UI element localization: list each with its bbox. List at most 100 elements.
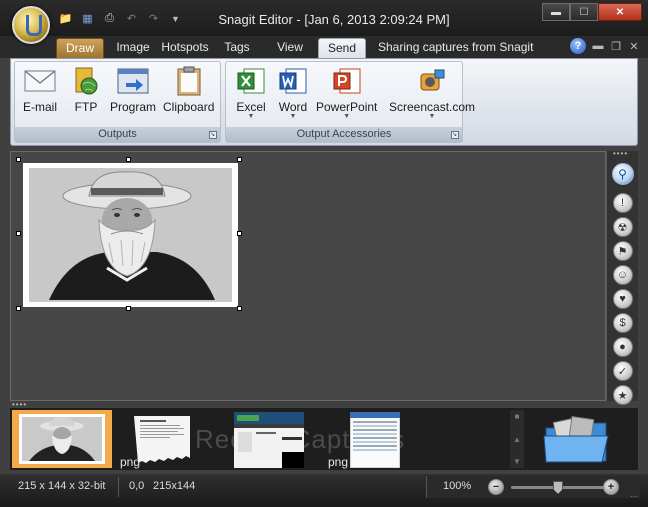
zoom-level: 100% bbox=[443, 480, 472, 492]
screencast-button[interactable]: Screencast.com ▼ bbox=[389, 66, 475, 120]
document-thumbnail bbox=[134, 416, 190, 463]
open-library-button[interactable] bbox=[542, 414, 612, 464]
ftp-globe-icon bbox=[69, 66, 103, 96]
powerpoint-button[interactable]: PowerPoint ▼ bbox=[316, 66, 377, 120]
tray-thumb-screenshot-label: png bbox=[328, 455, 349, 469]
powerpoint-icon bbox=[330, 66, 364, 96]
zoom-slider[interactable] bbox=[511, 481, 605, 494]
tab-hotspots[interactable]: Hotspots bbox=[158, 38, 212, 58]
outputs-dialog-launcher-icon[interactable]: ↘ bbox=[209, 131, 217, 139]
tab-image[interactable]: Image bbox=[112, 38, 154, 58]
resize-handle-s[interactable] bbox=[126, 306, 131, 311]
email-label: E-mail bbox=[23, 100, 58, 114]
tray-scroll-grip-icon[interactable]: ■ bbox=[515, 412, 520, 421]
tray-scroll-up-icon[interactable]: ▲ bbox=[513, 435, 521, 444]
powerpoint-label: PowerPoint bbox=[316, 100, 378, 114]
program-label: Program bbox=[110, 100, 157, 114]
resize-handle-se[interactable] bbox=[237, 306, 242, 311]
ribbon-tabs: Draw Image Hotspots Tags View Send Shari… bbox=[0, 36, 648, 72]
profile-selector[interactable]: Sharing captures from Snagit ▼ bbox=[378, 38, 548, 72]
clipboard-button[interactable]: Clipboard bbox=[163, 66, 214, 114]
ribbon-minimize-icon[interactable]: ▬ bbox=[592, 40, 604, 52]
word-label: Word bbox=[278, 100, 308, 114]
search-icon[interactable]: ⚲ bbox=[611, 163, 634, 185]
resize-handle-sw[interactable] bbox=[16, 306, 21, 311]
zoom-control: 100% − + bbox=[426, 476, 640, 498]
close-button[interactable]: ✕ bbox=[598, 3, 642, 21]
cursor-position: 0,0 bbox=[129, 480, 145, 492]
screencast-dropdown-icon[interactable]: ▼ bbox=[429, 113, 436, 120]
program-window-icon bbox=[116, 66, 150, 96]
output-accessories-group: Excel ▼ Word ▼ PowerPoint ▼ Screencast.c… bbox=[225, 61, 475, 143]
website-thumbnail bbox=[234, 412, 304, 468]
excel-icon bbox=[234, 66, 268, 96]
email-button[interactable]: E-mail bbox=[23, 66, 57, 114]
tray-thumb-website[interactable] bbox=[234, 410, 334, 468]
tab-view[interactable]: View bbox=[272, 38, 308, 58]
tab-tags[interactable]: Tags bbox=[220, 38, 254, 58]
portrait-photo bbox=[29, 168, 232, 302]
excel-dropdown-icon[interactable]: ▼ bbox=[248, 113, 255, 120]
stamps-sidebar: •••• ⚲ ! ☢ ⚑ ☺ ♥ $ ● ✓ ★ bbox=[606, 149, 638, 405]
excel-button[interactable]: Excel ▼ bbox=[234, 66, 268, 120]
word-button[interactable]: Word ▼ bbox=[276, 66, 310, 120]
screencast-icon bbox=[415, 66, 449, 96]
tab-draw[interactable]: Draw bbox=[56, 38, 104, 58]
image-info: 215 x 144 x 32-bit bbox=[18, 480, 106, 492]
resize-handle-n[interactable] bbox=[126, 157, 131, 162]
tab-send[interactable]: Send bbox=[318, 38, 366, 58]
powerpoint-dropdown-icon[interactable]: ▼ bbox=[343, 113, 350, 120]
selection-size: 215x144 bbox=[153, 480, 196, 492]
captured-image[interactable] bbox=[23, 163, 238, 307]
editor-canvas[interactable] bbox=[10, 151, 606, 401]
help-icon[interactable]: ? bbox=[570, 38, 586, 54]
pin-stamp-icon[interactable]: ● bbox=[612, 337, 633, 357]
status-bar: 215 x 144 x 32-bit 0,0 215x144 100% − + … bbox=[0, 474, 648, 507]
word-dropdown-icon[interactable]: ▼ bbox=[290, 113, 297, 120]
star-stamp-icon[interactable]: ★ bbox=[612, 385, 633, 405]
tray-thumb-portrait[interactable] bbox=[12, 410, 112, 468]
minimize-button[interactable]: ▬ bbox=[542, 3, 570, 21]
resize-grip-icon[interactable]: ⋯ bbox=[630, 492, 639, 501]
ftp-button[interactable]: FTP bbox=[69, 66, 103, 114]
dollar-stamp-icon[interactable]: $ bbox=[612, 313, 633, 333]
stamp-list: ! ☢ ⚑ ☺ ♥ $ ● ✓ ★ bbox=[607, 193, 638, 405]
heart-stamp-icon[interactable]: ♥ bbox=[612, 289, 633, 309]
tray-scroll-down-icon[interactable]: ▼ bbox=[513, 457, 521, 466]
flag-stamp-icon[interactable]: ⚑ bbox=[612, 241, 633, 261]
envelope-icon bbox=[23, 66, 57, 96]
radiation-stamp-icon[interactable]: ☢ bbox=[612, 217, 633, 237]
resize-handle-nw[interactable] bbox=[16, 157, 21, 162]
tray-thumb-document-label: png bbox=[120, 455, 141, 469]
word-icon bbox=[276, 66, 310, 96]
exclamation-stamp-icon[interactable]: ! bbox=[612, 193, 633, 213]
resize-handle-ne[interactable] bbox=[237, 157, 242, 162]
snagit-orb-button[interactable] bbox=[12, 6, 50, 44]
ribbon-close-icon[interactable]: ✕ bbox=[628, 40, 640, 53]
clipboard-label: Clipboard bbox=[163, 100, 215, 114]
tray-thumb-document[interactable]: png bbox=[120, 410, 220, 469]
screenshot-thumbnail bbox=[350, 412, 400, 468]
tray-thumb-screenshot[interactable]: png bbox=[328, 410, 428, 469]
smiley-stamp-icon[interactable]: ☺ bbox=[612, 265, 633, 285]
accessories-dialog-launcher-icon[interactable]: ↘ bbox=[451, 131, 459, 139]
ribbon-panel: E-mail FTP Program Clipboard Outputs ↘ E… bbox=[10, 58, 638, 146]
checkmark-stamp-icon[interactable]: ✓ bbox=[612, 361, 633, 381]
snagit-editor-window: 📁 ▦ ⎙ ↶ ↷ ▼ Snagit Editor - [Jan 6, 2013… bbox=[0, 0, 648, 507]
ribbon-restore-icon[interactable]: ❐ bbox=[610, 40, 622, 53]
ribbon-window-controls: ? ▬ ❐ ✕ bbox=[570, 38, 640, 54]
accessories-group-label: Output Accessories bbox=[226, 127, 462, 142]
screencast-label: Screencast.com bbox=[389, 100, 476, 114]
tray-scrollbar[interactable]: ■ ▲ ▼ bbox=[510, 410, 524, 468]
maximize-button[interactable]: ☐ bbox=[570, 3, 598, 21]
recent-captures-tray: Recent Captures png bbox=[10, 408, 638, 470]
profile-label: Sharing captures from Snagit bbox=[378, 40, 534, 54]
zoom-out-button[interactable]: − bbox=[488, 479, 504, 495]
program-button[interactable]: Program bbox=[110, 66, 156, 114]
sidebar-grip-icon[interactable]: •••• bbox=[613, 149, 628, 158]
zoom-in-button[interactable]: + bbox=[603, 479, 619, 495]
resize-handle-w[interactable] bbox=[16, 231, 21, 236]
resize-handle-e[interactable] bbox=[237, 231, 242, 236]
zoom-slider-thumb[interactable] bbox=[553, 481, 563, 494]
clipboard-icon bbox=[172, 66, 206, 96]
